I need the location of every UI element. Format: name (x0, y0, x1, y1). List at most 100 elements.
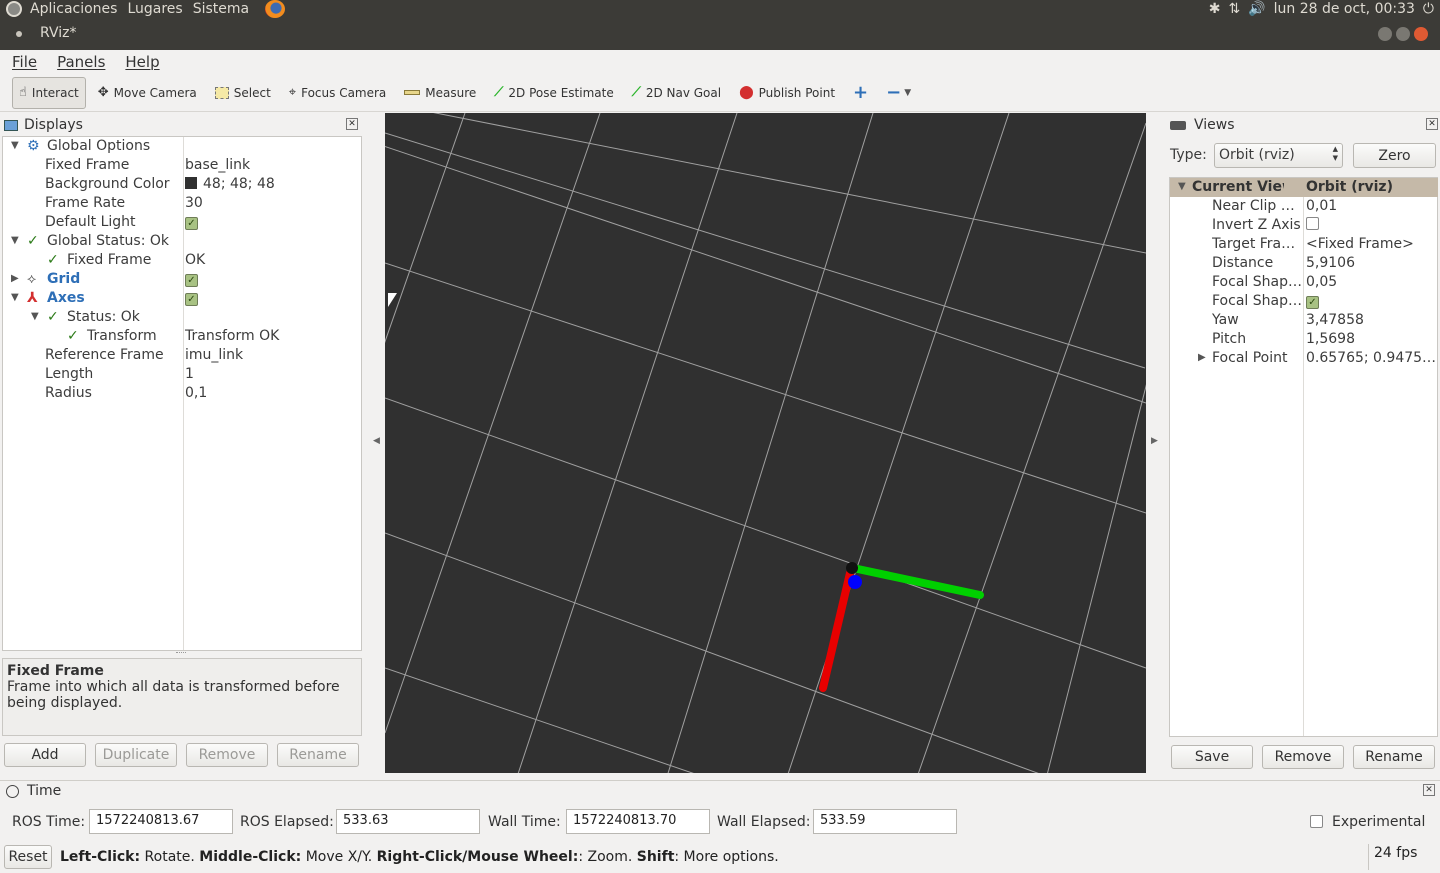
measure-tool-button[interactable]: Measure (398, 77, 482, 109)
window-title: RViz* (40, 25, 77, 41)
tree-row-background-color[interactable]: Background Color 48; 48; 48 (3, 175, 361, 194)
view-prop-focal-shape-fixed[interactable]: Focal Shap… ✓ (1170, 292, 1438, 311)
menu-help[interactable]: Help (125, 53, 159, 71)
wall-elapsed-field[interactable]: 533.59 (813, 809, 957, 834)
tree-row-length[interactable]: Length 1 (3, 365, 361, 384)
ros-time-field[interactable]: 1572240813.67 (89, 809, 233, 834)
ros-elapsed-field[interactable]: 533.63 (336, 809, 480, 834)
bluetooth-icon[interactable]: ✱ (1209, 1, 1221, 17)
network-icon[interactable]: ⇅ (1228, 1, 1240, 17)
axes-marker (819, 562, 984, 692)
save-view-button[interactable]: Save (1171, 745, 1253, 769)
view-prop-focal-point[interactable]: ▶ Focal Point 0.65765; 0.9475… (1170, 349, 1438, 368)
tree-row-fixed-frame[interactable]: Fixed Frame base_link (3, 156, 361, 175)
displays-panel-header: Displays ✕ (4, 115, 362, 135)
3d-render-viewport[interactable] (385, 113, 1146, 773)
collapse-left-dock-arrow-icon[interactable]: ◀ (373, 436, 380, 446)
2d-pose-estimate-tool-button[interactable]: ⟋ 2D Pose Estimate (488, 77, 619, 109)
tree-row-frame-rate[interactable]: Frame Rate 30 (3, 194, 361, 213)
close-views-panel-button[interactable]: ✕ (1426, 118, 1438, 130)
tree-row-radius[interactable]: Radius 0,1 (3, 384, 361, 403)
current-view-row[interactable]: ▼ Current View Orbit (rviz) (1170, 178, 1438, 197)
check-icon: ✓ (67, 328, 79, 344)
system-menu-lugares[interactable]: Lugares (127, 1, 182, 17)
time-panel-title: Time (27, 783, 62, 799)
rename-display-button[interactable]: Rename (277, 743, 359, 767)
invert-z-checkbox[interactable] (1306, 217, 1319, 230)
menu-file[interactable]: File (12, 53, 37, 71)
rename-view-button[interactable]: Rename (1353, 745, 1435, 769)
menu-panels[interactable]: Panels (57, 53, 105, 71)
publish-point-tool-button[interactable]: ⬤ Publish Point (733, 77, 841, 109)
firefox-icon[interactable] (265, 0, 286, 18)
close-window-button[interactable] (1414, 27, 1428, 41)
help-text: Frame into which all data is transformed… (7, 679, 340, 711)
wall-elapsed-label: Wall Elapsed: (717, 814, 811, 830)
power-icon[interactable]: ⏻ (1423, 1, 1434, 17)
remove-display-button[interactable]: Remove (186, 743, 268, 767)
volume-icon[interactable]: 🔊 (1248, 1, 1265, 17)
collapse-right-dock-arrow-icon[interactable]: ▶ (1151, 436, 1158, 446)
view-prop-distance[interactable]: Distance 5,9106 (1170, 254, 1438, 273)
expand-arrow-icon[interactable]: ▼ (11, 140, 19, 151)
close-time-panel-button[interactable]: ✕ (1423, 784, 1435, 796)
tree-row-axes[interactable]: ▼ ⅄ Axes ✓ (3, 289, 361, 308)
expand-arrow-icon[interactable]: ▼ (31, 311, 39, 322)
close-displays-panel-button[interactable]: ✕ (346, 118, 358, 130)
view-type-select[interactable]: Orbit (rviz) ▲ ▼ (1214, 143, 1343, 168)
view-prop-near-clip[interactable]: Near Clip … 0,01 (1170, 197, 1438, 216)
wall-time-field[interactable]: 1572240813.70 (566, 809, 710, 834)
tree-row-axes-status[interactable]: ▼ ✓ Status: Ok (3, 308, 361, 327)
add-tool-button[interactable]: + (847, 77, 874, 109)
focal-shape-fixed-checkbox[interactable]: ✓ (1306, 296, 1319, 309)
system-menu-aplicaciones[interactable]: Aplicaciones (30, 1, 117, 17)
duplicate-display-button[interactable]: Duplicate (95, 743, 177, 767)
move-camera-tool-button[interactable]: ✥ Move Camera (92, 77, 203, 109)
zero-view-button[interactable]: Zero (1353, 143, 1436, 168)
view-prop-focal-shape-size[interactable]: Focal Shap… 0,05 (1170, 273, 1438, 292)
axes-enabled-checkbox[interactable]: ✓ (185, 293, 198, 306)
remove-tool-button[interactable]: − ▼ (880, 77, 917, 109)
remove-view-button[interactable]: Remove (1262, 745, 1344, 769)
view-prop-invert-z[interactable]: Invert Z Axis (1170, 216, 1438, 235)
select-tool-button[interactable]: Select (209, 77, 277, 109)
grid-enabled-checkbox[interactable]: ✓ (185, 274, 198, 287)
collapsed-arrow-icon[interactable]: ▶ (11, 273, 19, 284)
interact-tool-button[interactable]: ☝ Interact (12, 76, 86, 109)
displays-splitter-handle[interactable] (176, 652, 186, 656)
system-menu-sistema[interactable]: Sistema (193, 1, 249, 17)
minimize-button[interactable] (1378, 27, 1392, 41)
ros-elapsed-label: ROS Elapsed: (240, 814, 334, 830)
add-display-button[interactable]: Add (4, 743, 86, 767)
tree-row-global-options[interactable]: ▼ ⚙ Global Options (3, 137, 361, 156)
expand-arrow-icon[interactable]: ▼ (1178, 181, 1186, 192)
expand-arrow-icon[interactable]: ▼ (11, 235, 19, 246)
menu-bar: File Panels Help (0, 50, 1440, 74)
grid-icon: ⟡ (27, 271, 37, 287)
focus-camera-tool-button[interactable]: ⌖ Focus Camera (283, 77, 393, 109)
collapsed-arrow-icon[interactable]: ▶ (1198, 352, 1206, 363)
view-prop-pitch[interactable]: Pitch 1,5698 (1170, 330, 1438, 349)
expand-arrow-icon[interactable]: ▼ (11, 292, 19, 303)
view-prop-target-frame[interactable]: Target Fra… <Fixed Frame> (1170, 235, 1438, 254)
x-axis-bar (819, 569, 854, 692)
axes-icon: ⅄ (27, 290, 38, 306)
window-menu-icon[interactable] (16, 31, 22, 37)
reset-button[interactable]: Reset (4, 845, 52, 869)
time-panel: Time ✕ ROS Time: 1572240813.67 ROS Elaps… (0, 780, 1440, 844)
tree-row-global-status[interactable]: ▼ ✓ Global Status: Ok (3, 232, 361, 251)
camera-icon (1170, 120, 1186, 130)
tree-row-default-light[interactable]: Default Light ✓ (3, 213, 361, 232)
ubuntu-logo-icon[interactable] (6, 1, 22, 17)
tree-row-status-fixed-frame[interactable]: ✓ Fixed Frame OK (3, 251, 361, 270)
default-light-checkbox[interactable]: ✓ (185, 217, 198, 230)
tree-row-grid[interactable]: ▶ ⟡ Grid ✓ (3, 270, 361, 289)
clock[interactable]: lun 28 de oct, 00:33 (1274, 1, 1415, 17)
2d-nav-goal-tool-button[interactable]: ⟋ 2D Nav Goal (626, 77, 727, 109)
experimental-checkbox[interactable] (1310, 815, 1323, 828)
tree-row-transform[interactable]: ✓ Transform Transform OK (3, 327, 361, 346)
background-color-value[interactable]: 48; 48; 48 (185, 176, 275, 192)
view-prop-yaw[interactable]: Yaw 3,47858 (1170, 311, 1438, 330)
maximize-button[interactable] (1396, 27, 1410, 41)
tree-row-reference-frame[interactable]: Reference Frame imu_link (3, 346, 361, 365)
